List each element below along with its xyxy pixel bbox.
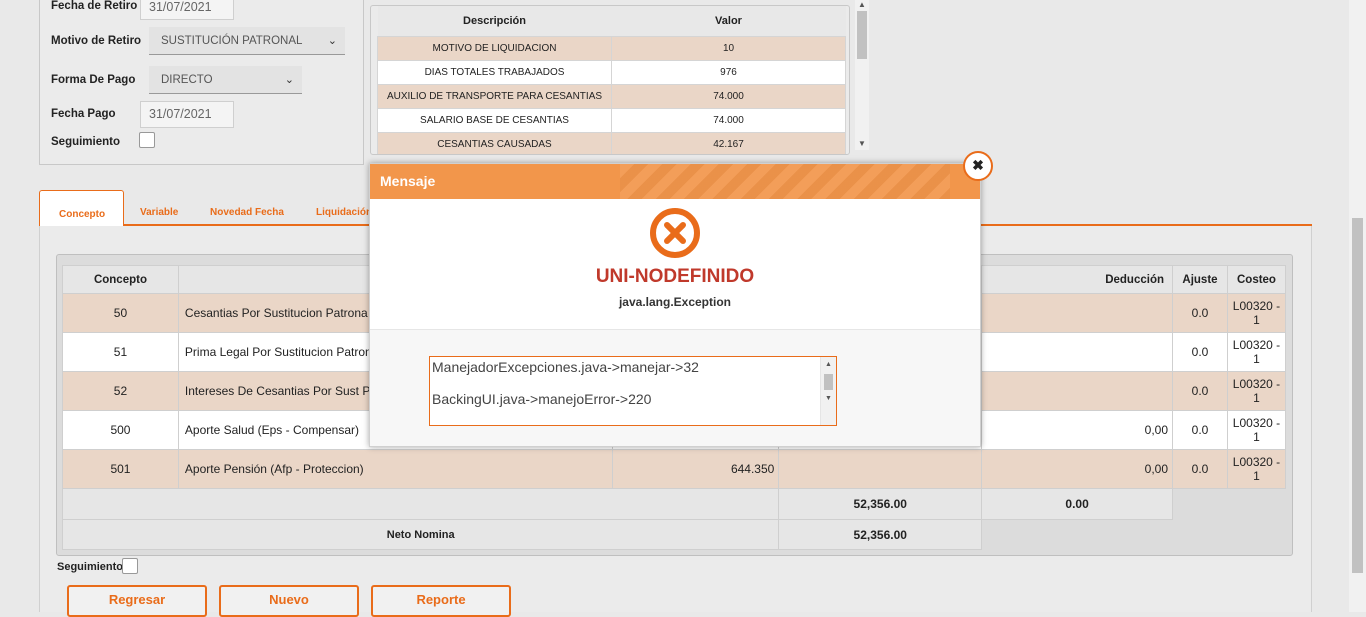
forma-pago-select[interactable]: DIRECTO ⌄	[149, 66, 302, 94]
trace-line: BackingUI.java->manejoError->220	[432, 391, 652, 407]
forma-pago-label: Forma De Pago	[51, 74, 136, 86]
page-scroll-thumb[interactable]	[1352, 218, 1363, 573]
col-costeo: Costeo	[1226, 265, 1287, 294]
dialog-trace-area: ManejadorExcepciones.java->manejar->32 B…	[370, 330, 980, 446]
totals-row: 52,356.00 0.00	[61, 488, 1286, 520]
neto-value: 52,356.00	[778, 519, 983, 550]
tab-concepto[interactable]: Concepto	[39, 190, 124, 226]
col-deduccion: Deducción	[981, 265, 1173, 294]
dialog-header: Mensaje	[370, 164, 980, 199]
resumen-row: AUXILIO DE TRANSPORTE PARA CESANTIAS 74.0…	[377, 83, 846, 109]
error-title: UNI-NODEFINIDO	[595, 266, 755, 287]
resumen-row: MOTIVO DE LIQUIDACION 10	[377, 35, 846, 61]
resumen-row: SALARIO BASE DE CESANTIAS 74.000	[377, 107, 846, 133]
resumen-header-descripcion: Descripción	[377, 6, 612, 36]
resumen-row: CESANTIAS CAUSADAS 42.167	[377, 131, 846, 154]
resumen-panel: Descripción Valor MOTIVO DE LIQUIDACION 1…	[370, 5, 850, 155]
textarea-scrollbar[interactable]: ▲ ▼	[820, 357, 836, 425]
seguimiento-checkbox[interactable]	[139, 132, 155, 148]
motivo-retiro-label: Motivo de Retiro	[51, 35, 142, 47]
header-pattern	[620, 164, 950, 199]
trace-line: ManejadorExcepciones.java->manejar->32	[432, 359, 699, 375]
dialog-title: Mensaje	[380, 173, 436, 189]
resumen-table: Descripción Valor MOTIVO DE LIQUIDACION 1…	[377, 6, 846, 154]
tab-novedad-fecha[interactable]: Novedad Fecha	[210, 207, 284, 218]
resumen-scrollbar[interactable]: ▲ ▼	[855, 0, 869, 150]
fecha-retiro-input[interactable]: 31/07/2021	[140, 0, 234, 20]
stacktrace-textarea[interactable]: ManejadorExcepciones.java->manejar->32 B…	[429, 356, 837, 426]
scroll-up-icon[interactable]: ▲	[821, 357, 836, 373]
motivo-retiro-value: SUSTITUCIÓN PATRONAL	[161, 35, 303, 47]
fecha-pago-input[interactable]: 31/07/2021	[140, 101, 234, 128]
message-dialog: Mensaje UNI-NODEFINIDO java.lang.Excepti…	[369, 163, 981, 447]
col-ajuste: Ajuste	[1172, 265, 1228, 294]
textarea-scroll-thumb[interactable]	[824, 374, 833, 390]
error-subtitle: java.lang.Exception	[618, 295, 732, 309]
table-row[interactable]: 501 Aporte Pensión (Afp - Proteccion) 64…	[62, 449, 1287, 489]
neto-row: Neto Nomina 52,356.00	[61, 519, 1286, 550]
page-scrollbar[interactable]	[1349, 0, 1366, 612]
fecha-retiro-label: Fecha de Retiro	[51, 0, 138, 12]
total-deduccion: 0.00	[981, 488, 1173, 520]
forma-pago-value: DIRECTO	[161, 74, 213, 86]
resumen-row: DIAS TOTALES TRABAJADOS 976	[377, 59, 846, 85]
resumen-scroll-thumb[interactable]	[857, 11, 867, 59]
motivo-retiro-select[interactable]: SUSTITUCIÓN PATRONAL ⌄	[149, 27, 345, 55]
dialog-content: UNI-NODEFINIDO java.lang.Exception	[370, 199, 980, 330]
nuevo-button[interactable]: Nuevo	[219, 585, 359, 617]
fecha-pago-label: Fecha Pago	[51, 108, 116, 120]
seguimiento2-label: Seguimiento	[57, 561, 124, 573]
total-devengado: 52,356.00	[778, 488, 983, 520]
scroll-up-icon[interactable]: ▲	[855, 0, 869, 9]
tab-liquidacion[interactable]: Liquidación	[316, 207, 372, 218]
error-icon	[650, 208, 700, 258]
chevron-down-icon: ⌄	[327, 35, 337, 47]
col-concepto: Concepto	[62, 265, 179, 294]
close-icon[interactable]: ✖	[963, 151, 993, 181]
tab-concepto-label: Concepto	[59, 209, 106, 220]
scroll-down-icon[interactable]: ▼	[821, 391, 836, 407]
neto-label: Neto Nomina	[61, 519, 780, 550]
chevron-down-icon: ⌄	[284, 74, 294, 86]
seguimiento2-checkbox[interactable]	[122, 558, 138, 574]
scroll-down-icon[interactable]: ▼	[855, 139, 869, 148]
resumen-header-valor: Valor	[611, 6, 846, 36]
tab-variable[interactable]: Variable	[140, 207, 178, 218]
regresar-button[interactable]: Regresar	[67, 585, 207, 617]
seguimiento-label: Seguimiento	[51, 136, 121, 148]
reporte-button[interactable]: Reporte	[371, 585, 511, 617]
